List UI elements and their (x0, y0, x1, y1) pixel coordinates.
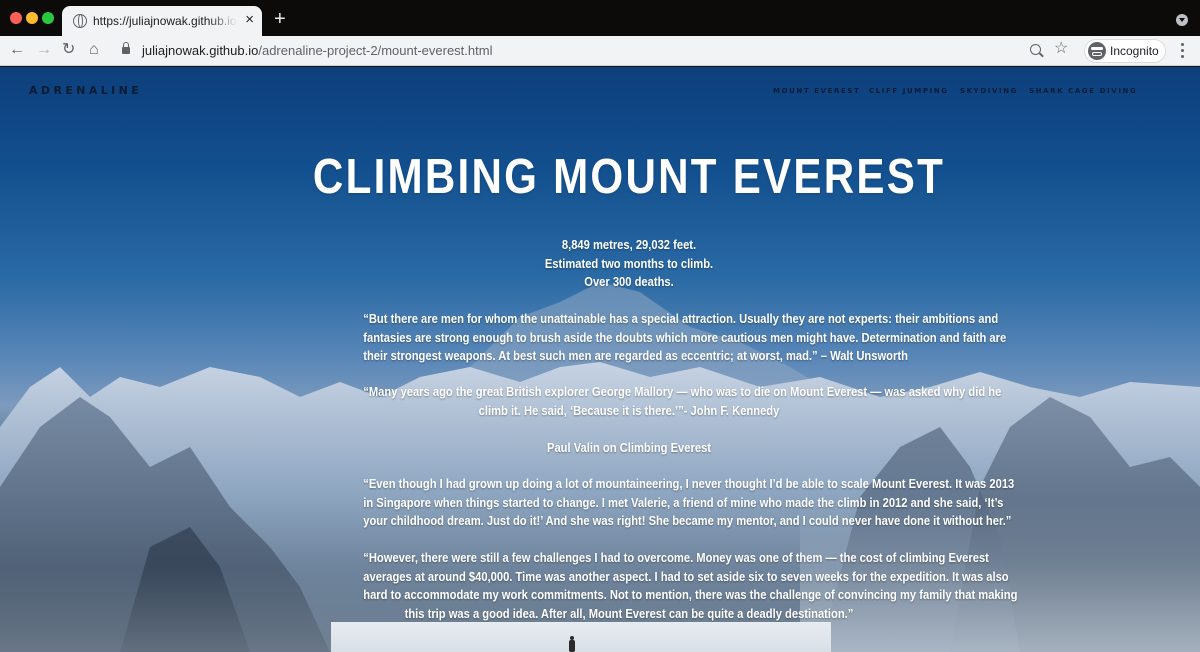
page-title: CLIMBING MOUNT EVEREST (312, 150, 946, 204)
main-content: CLIMBING MOUNT EVEREST 8,849 metres, 29,… (0, 67, 1200, 652)
close-window-button[interactable] (10, 12, 22, 24)
climber-photo (331, 622, 831, 652)
stats-block: 8,849 metres, 29,032 feet. Estimated two… (363, 236, 894, 292)
home-button[interactable]: ⌂ (89, 41, 99, 59)
forward-button[interactable]: → (36, 41, 52, 59)
url-text[interactable]: juliajnowak.github.io/adrenaline-project… (142, 43, 492, 58)
incognito-icon (1088, 42, 1106, 60)
maximize-window-button[interactable] (42, 12, 54, 24)
section-subheading: Paul Valin on Climbing Everest (546, 440, 712, 455)
web-page: ADRENALINE MOUNT EVEREST CLIFF JUMPING S… (0, 67, 1200, 652)
quote-valin-1: “Even though I had grown up doing a lot … (363, 475, 1015, 531)
incognito-label: Incognito (1110, 44, 1159, 58)
stat-line: Over 300 deaths. (584, 274, 674, 289)
quote-line: averages at around $40,000. Time was ano… (363, 568, 1009, 584)
reload-button[interactable]: ↻ (62, 41, 75, 59)
climber-figure (569, 636, 575, 652)
zoom-icon[interactable] (1030, 44, 1041, 55)
url-path: /adrenaline-project-2/mount-everest.html (258, 43, 493, 58)
globe-icon (73, 14, 87, 28)
browser-menu-icon[interactable] (1176, 42, 1190, 60)
browser-tab-bar: https://juliajnowak.github.io/adrenaline… (0, 0, 1200, 36)
quote-line: this trip was a good idea. After all, Mo… (404, 605, 854, 621)
quote-line: “But there are men for whom the unattain… (363, 311, 999, 326)
tab-search-chevron-icon[interactable] (1176, 14, 1188, 26)
quote-line: their strongest weapons. At best such me… (363, 348, 908, 363)
url-host: juliajnowak.github.io (142, 43, 259, 58)
quote-line: climb it. He said, ‘Because it is there.… (478, 402, 780, 418)
quote-line: fantasies are strong enough to brush asi… (363, 329, 1007, 345)
browser-toolbar: ← → ↻ ⌂ juliajnowak.github.io/adrenaline… (0, 36, 1200, 66)
new-tab-button[interactable]: + (274, 9, 286, 29)
browser-tab[interactable]: https://juliajnowak.github.io/adrenaline… (62, 6, 262, 36)
quote-unsworth: “But there are men for whom the unattain… (363, 310, 1007, 366)
quote-kennedy: “Many years ago the great British explor… (363, 383, 1002, 420)
close-tab-button[interactable]: × (245, 12, 254, 28)
stat-line: Estimated two months to climb. (544, 255, 714, 271)
quote-valin-2: “However, there were still a few challen… (363, 549, 1018, 623)
tab-title: https://juliajnowak.github.io/adrenaline… (93, 14, 238, 28)
quote-line: “Many years ago the great British explor… (363, 384, 1002, 399)
quote-line: “Even though I had grown up doing a lot … (363, 476, 1015, 491)
stat-line: 8,849 metres, 29,032 feet. (561, 237, 697, 252)
lock-icon[interactable] (122, 42, 130, 54)
back-button[interactable]: ← (9, 41, 25, 59)
quote-line: hard to accommodate my work commitments.… (363, 587, 1018, 602)
bookmark-star-icon[interactable]: ☆ (1054, 40, 1068, 58)
subheading-block: Paul Valin on Climbing Everest (363, 439, 894, 458)
quote-line: in Singapore when things started to chan… (363, 494, 1004, 510)
quote-line: “However, there were still a few challen… (363, 550, 989, 565)
address-bar[interactable]: juliajnowak.github.io/adrenaline-project… (114, 39, 1078, 63)
minimize-window-button[interactable] (26, 12, 38, 24)
incognito-profile-button[interactable]: Incognito (1084, 39, 1166, 63)
quote-line: your childhood dream. Just do it!’ And s… (363, 513, 1012, 528)
